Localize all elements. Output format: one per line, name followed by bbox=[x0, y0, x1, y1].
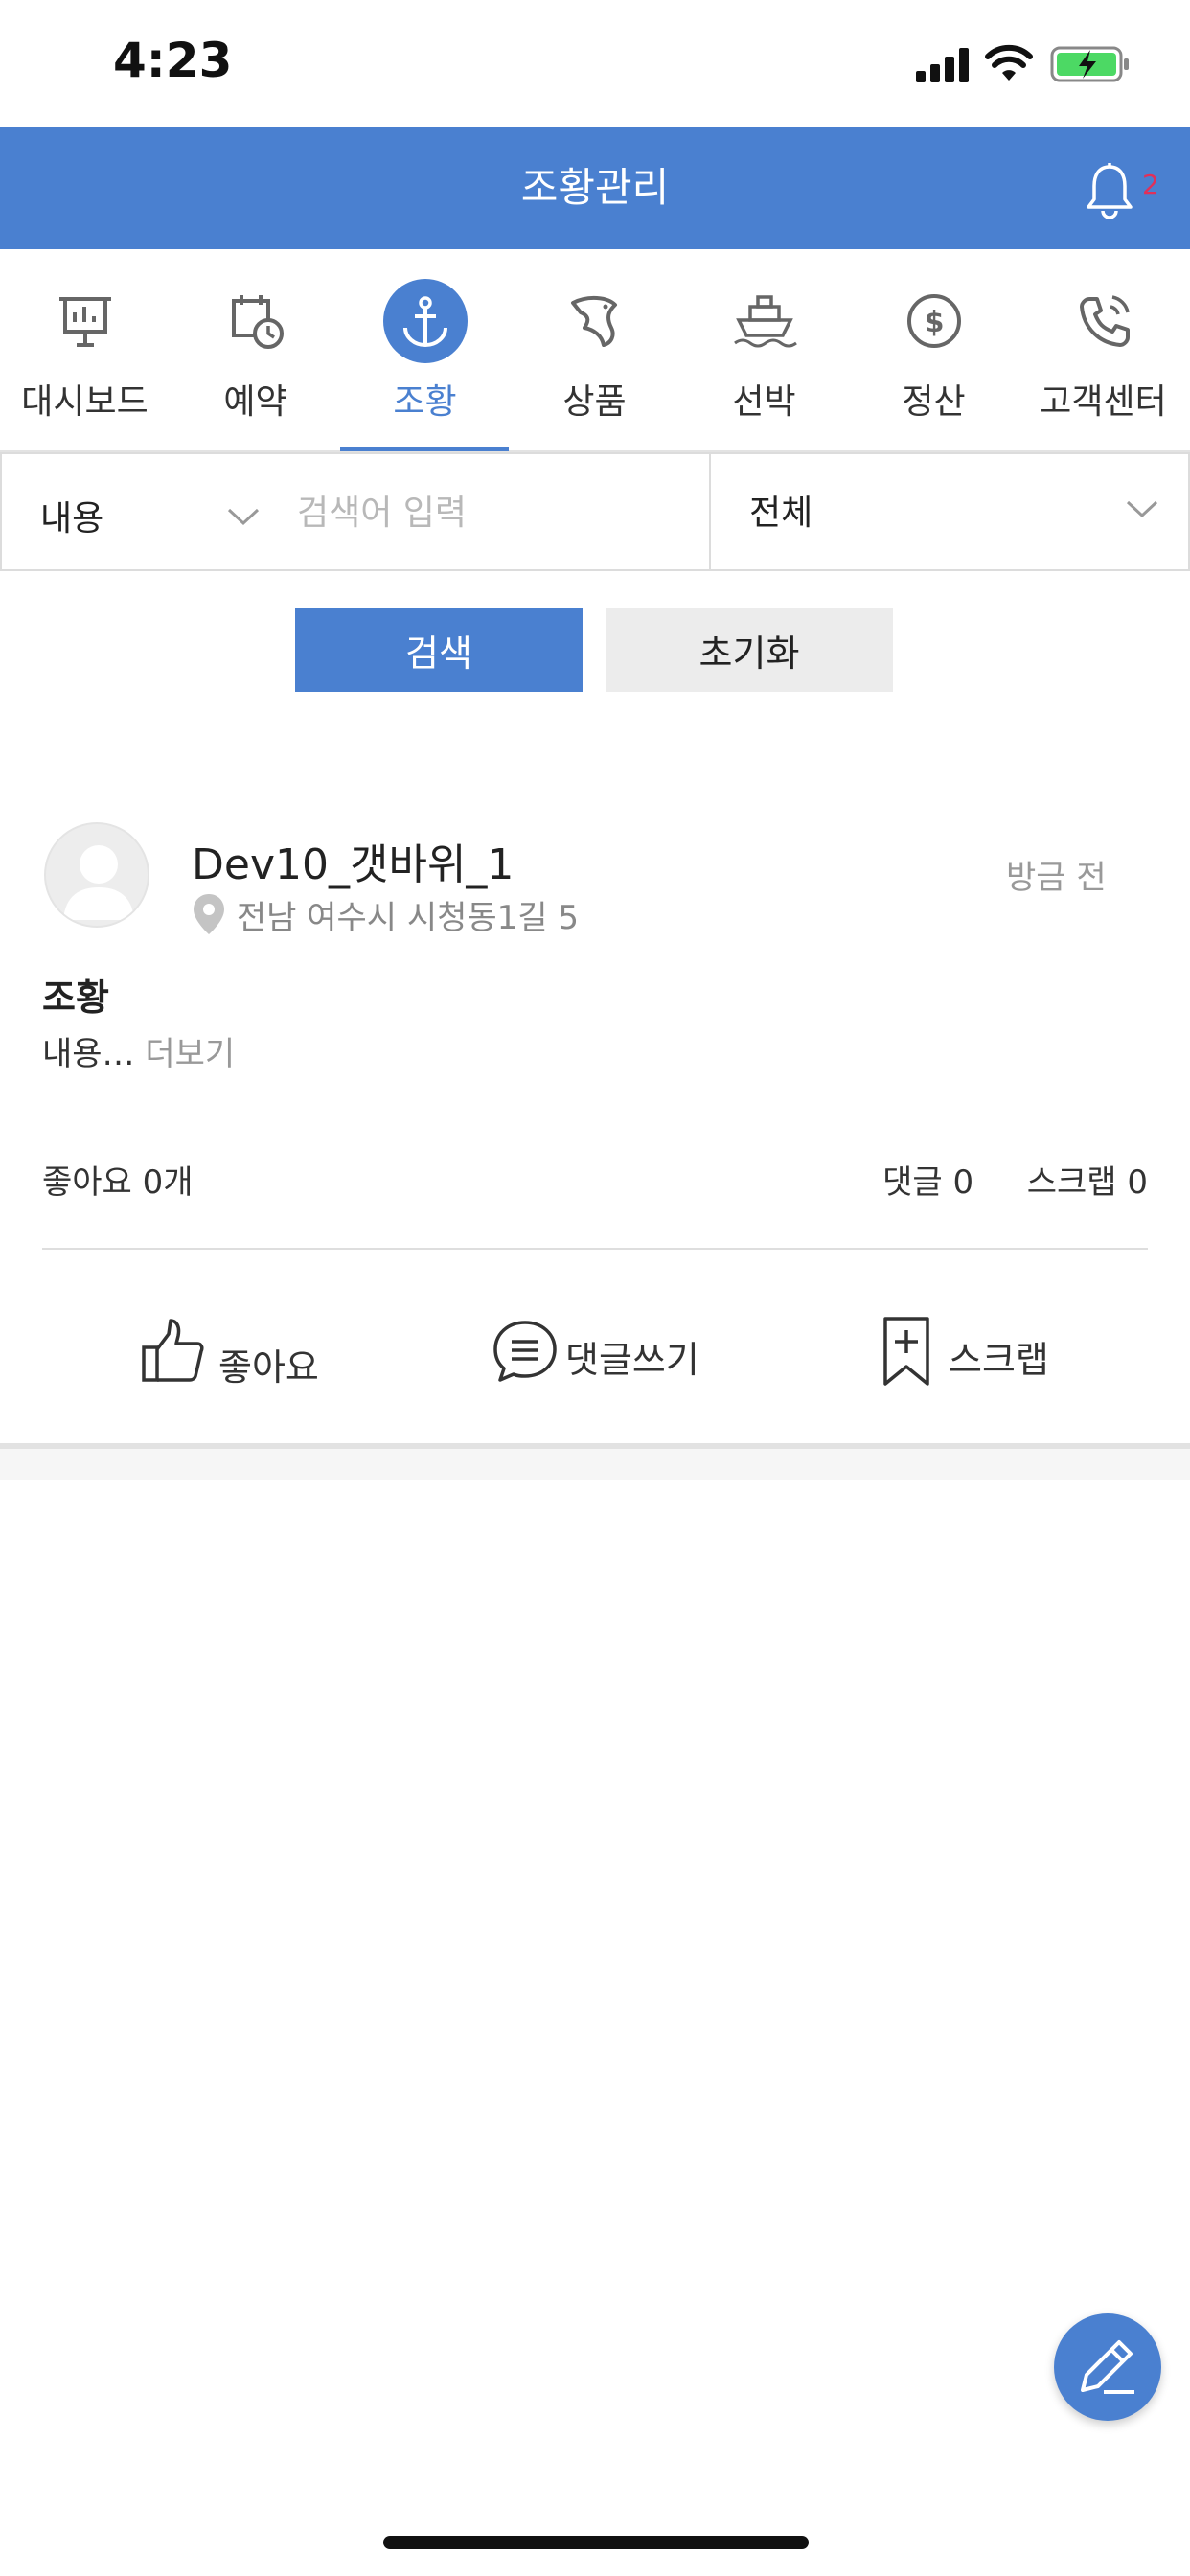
tab-label: 선박 bbox=[732, 382, 796, 422]
chevron-down-icon[interactable] bbox=[226, 506, 261, 527]
post-location: 전남 여수시 시청동1길 5 bbox=[192, 891, 579, 938]
pencil-icon bbox=[1081, 2340, 1134, 2394]
tab-reservation[interactable]: 예약 bbox=[171, 278, 340, 450]
scraps-count: 스크랩 0 bbox=[1026, 1163, 1148, 1202]
tab-label: 정산 bbox=[902, 382, 966, 422]
tab-dashboard[interactable]: 대시보드 bbox=[0, 278, 170, 450]
search-input[interactable] bbox=[295, 483, 701, 542]
post-body-text: 내용… bbox=[42, 1035, 135, 1073]
post-author[interactable]: Dev10_갯바위_1 bbox=[192, 830, 514, 891]
post-category: 조황 bbox=[42, 977, 109, 1019]
more-link[interactable]: 더보기 bbox=[145, 1035, 235, 1073]
wifi-icon bbox=[985, 44, 1033, 80]
speech-bubble-icon bbox=[493, 1321, 557, 1382]
search-field-group: 내용 bbox=[0, 452, 711, 571]
tab-label: 예약 bbox=[223, 382, 287, 422]
card-separator-shadow bbox=[0, 1449, 1190, 1480]
tab-product[interactable]: 상품 bbox=[510, 278, 679, 450]
tab-label: 고객센터 bbox=[1040, 382, 1167, 422]
write-post-button[interactable] bbox=[1054, 2313, 1161, 2421]
search-button[interactable]: 검색 bbox=[295, 608, 583, 692]
tab-label: 상품 bbox=[562, 382, 627, 422]
tab-vessel[interactable]: 선박 bbox=[679, 278, 849, 450]
chevron-down-icon[interactable] bbox=[1125, 498, 1159, 519]
scrap-label: 스크랩 bbox=[949, 1339, 1049, 1381]
tab-label: 대시보드 bbox=[21, 382, 149, 422]
battery-icon bbox=[1050, 46, 1129, 82]
anchor-icon bbox=[382, 279, 468, 363]
like-label: 좋아요 bbox=[218, 1346, 319, 1389]
comment-label: 댓글쓰기 bbox=[565, 1339, 699, 1381]
home-indicator[interactable] bbox=[383, 2536, 809, 2549]
fish-icon bbox=[570, 296, 617, 347]
page-title: 조황관리 bbox=[520, 164, 670, 211]
search-field-select[interactable]: 내용 bbox=[40, 491, 103, 540]
app-header: 조황관리 2 bbox=[0, 126, 1190, 249]
scope-select[interactable]: 전체 bbox=[711, 452, 1190, 571]
divider bbox=[42, 1248, 1148, 1250]
comments-count: 댓글 0 bbox=[882, 1163, 974, 1202]
thumbs-up-icon bbox=[142, 1319, 204, 1382]
bookmark-add-icon bbox=[883, 1317, 929, 1386]
post-body: 내용… 더보기 bbox=[42, 1027, 235, 1074]
post-location-text: 전남 여수시 시청동1길 5 bbox=[236, 899, 580, 937]
avatar[interactable] bbox=[44, 822, 149, 928]
bell-icon[interactable] bbox=[1083, 161, 1136, 218]
ship-icon bbox=[733, 295, 797, 348]
search-bar: 내용 전체 bbox=[0, 452, 1190, 573]
notification-badge: 2 bbox=[1142, 169, 1159, 200]
dollar-coin-icon: $ bbox=[906, 294, 961, 348]
presentation-board-icon bbox=[58, 297, 111, 347]
tab-label: 조황 bbox=[393, 382, 457, 422]
status-time: 4:23 bbox=[113, 33, 233, 88]
active-tab-indicator bbox=[340, 447, 509, 451]
likes-count: 좋아요 0개 bbox=[42, 1163, 194, 1202]
calendar-clock-icon bbox=[231, 295, 284, 349]
tab-customer-center[interactable]: 고객센터 bbox=[1018, 278, 1188, 450]
location-pin-icon bbox=[194, 894, 224, 934]
tab-catch-report[interactable]: 조황 bbox=[340, 278, 510, 450]
post-stats: 댓글 0 스크랩 0 bbox=[882, 1156, 1148, 1203]
tab-settlement[interactable]: $ 정산 bbox=[849, 278, 1018, 450]
user-silhouette-icon bbox=[63, 845, 134, 920]
signal-icon bbox=[916, 48, 969, 82]
phone-icon bbox=[1079, 295, 1130, 347]
reset-button[interactable]: 초기화 bbox=[606, 608, 893, 692]
post-time: 방금 전 bbox=[1006, 859, 1107, 897]
svg-text:$: $ bbox=[924, 306, 944, 339]
scope-select-label: 전체 bbox=[749, 494, 813, 533]
